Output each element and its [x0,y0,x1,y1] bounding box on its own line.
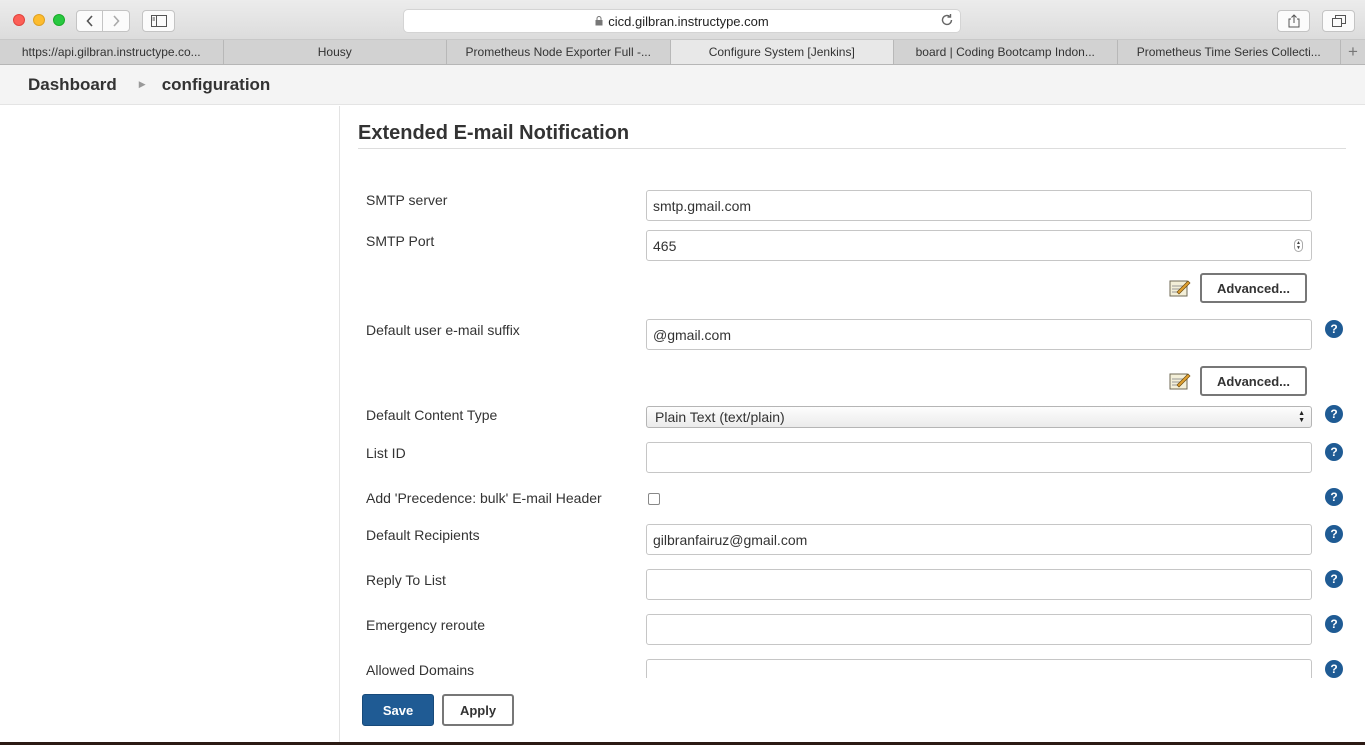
tab-coding-bootcamp[interactable]: board | Coding Bootcamp Indon... [894,40,1118,64]
tab-api-gilbran[interactable]: https://api.gilbran.instructype.co... [0,40,224,64]
sidebar-toggle-button[interactable] [142,10,175,32]
email-suffix-value: @gmail.com [653,326,732,343]
help-icon[interactable]: ? [1325,320,1343,338]
save-button[interactable]: Save [362,694,434,726]
content-type-value: Plain Text (text/plain) [655,409,785,425]
plus-icon: + [1348,42,1358,61]
smtp-server-value: smtp.gmail.com [653,197,752,214]
close-window-button[interactable] [13,14,25,26]
smtp-server-label: SMTP server [366,192,448,208]
forward-button[interactable] [103,10,130,32]
smtp-server-input[interactable]: smtp.gmail.com [646,190,1312,221]
share-icon [1288,14,1299,28]
list-id-input[interactable] [646,442,1312,473]
allowed-domains-label: Allowed Domains [366,662,475,678]
breadcrumb-configuration[interactable]: configuration [162,75,271,95]
tab-housy[interactable]: Housy [224,40,447,64]
zoom-window-button[interactable] [53,14,65,26]
url-text: cicd.gilbran.instructype.com [608,13,769,29]
advanced-button[interactable]: Advanced... [1200,366,1307,396]
help-icon[interactable]: ? [1325,443,1343,461]
back-button[interactable] [76,10,103,32]
tabs-icon [1331,15,1346,27]
side-panel [0,106,340,742]
reply-to-input[interactable] [646,569,1312,600]
share-button[interactable] [1277,10,1310,32]
content-type-select[interactable]: Plain Text (text/plain) ▲ ▼ [646,406,1312,428]
config-form: Extended E-mail Notification SMTP server… [341,106,1365,678]
email-suffix-input[interactable]: @gmail.com [646,319,1312,350]
smtp-port-input[interactable]: 465 ▲ ▼ [646,230,1312,261]
sidebar-icon [150,15,167,27]
chevron-left-icon [85,15,93,27]
recipients-input[interactable]: gilbranfairuz@gmail.com [646,524,1312,555]
breadcrumb-separator-icon: ▶ [138,79,146,89]
breadcrumb-dashboard[interactable]: Dashboard [28,75,117,95]
precedence-bulk-label: Add 'Precedence: bulk' E-mail Header [366,490,602,506]
reload-icon[interactable] [940,13,954,27]
recipients-value: gilbranfairuz@gmail.com [653,531,808,548]
new-tab-button[interactable]: + [1341,40,1365,64]
help-icon[interactable]: ? [1325,615,1343,633]
notepad-icon [1169,280,1191,297]
emergency-reroute-label: Emergency reroute [366,617,486,633]
precedence-bulk-checkbox[interactable] [648,493,660,505]
select-arrows-icon: ▲ ▼ [1298,410,1305,424]
tab-overview-button[interactable] [1322,10,1355,32]
list-id-label: List ID [366,445,406,461]
tab-title: Housy [317,45,352,59]
smtp-port-label: SMTP Port [366,233,435,249]
notepad-icon [1169,373,1191,390]
tab-title: Configure System [Jenkins] [708,45,855,59]
browser-toolbar: cicd.gilbran.instructype.com [0,0,1365,40]
recipients-label: Default Recipients [366,527,480,543]
chevron-right-icon [113,15,120,27]
minimize-window-button[interactable] [33,14,45,26]
content-type-label: Default Content Type [366,407,498,423]
email-suffix-label: Default user e-mail suffix [366,322,520,338]
breadcrumb: Dashboard ▶ configuration [0,65,1365,105]
tab-prometheus-node-exporter[interactable]: Prometheus Node Exporter Full -... [447,40,671,64]
tab-title: Prometheus Time Series Collecti... [1136,45,1321,59]
browser-window: cicd.gilbran.instructype.com https://api… [0,0,1365,742]
tab-title: board | Coding Bootcamp Indon... [915,45,1095,59]
tab-title: https://api.gilbran.instructype.co... [21,45,201,59]
lock-icon [595,16,603,26]
help-icon[interactable]: ? [1325,488,1343,506]
tab-title: Prometheus Node Exporter Full -... [465,45,651,59]
advanced-button[interactable]: Advanced... [1200,273,1307,303]
tab-prometheus-time-series[interactable]: Prometheus Time Series Collecti... [1118,40,1341,64]
reply-to-label: Reply To List [366,572,446,588]
apply-button[interactable]: Apply [442,694,514,726]
help-icon[interactable]: ? [1325,525,1343,543]
section-divider [358,148,1346,149]
address-bar[interactable]: cicd.gilbran.instructype.com [403,9,961,33]
help-icon[interactable]: ? [1325,570,1343,588]
help-icon[interactable]: ? [1325,405,1343,423]
help-icon[interactable]: ? [1325,660,1343,678]
emergency-reroute-input[interactable] [646,614,1312,645]
section-title: Extended E-mail Notification [358,122,630,144]
tab-configure-system[interactable]: Configure System [Jenkins] [670,40,894,64]
allowed-domains-input[interactable] [646,659,1312,678]
tab-bar: https://api.gilbran.instructype.co... Ho… [0,40,1365,65]
smtp-port-value: 465 [653,237,677,254]
number-stepper-icon[interactable]: ▲ ▼ [1294,239,1303,252]
